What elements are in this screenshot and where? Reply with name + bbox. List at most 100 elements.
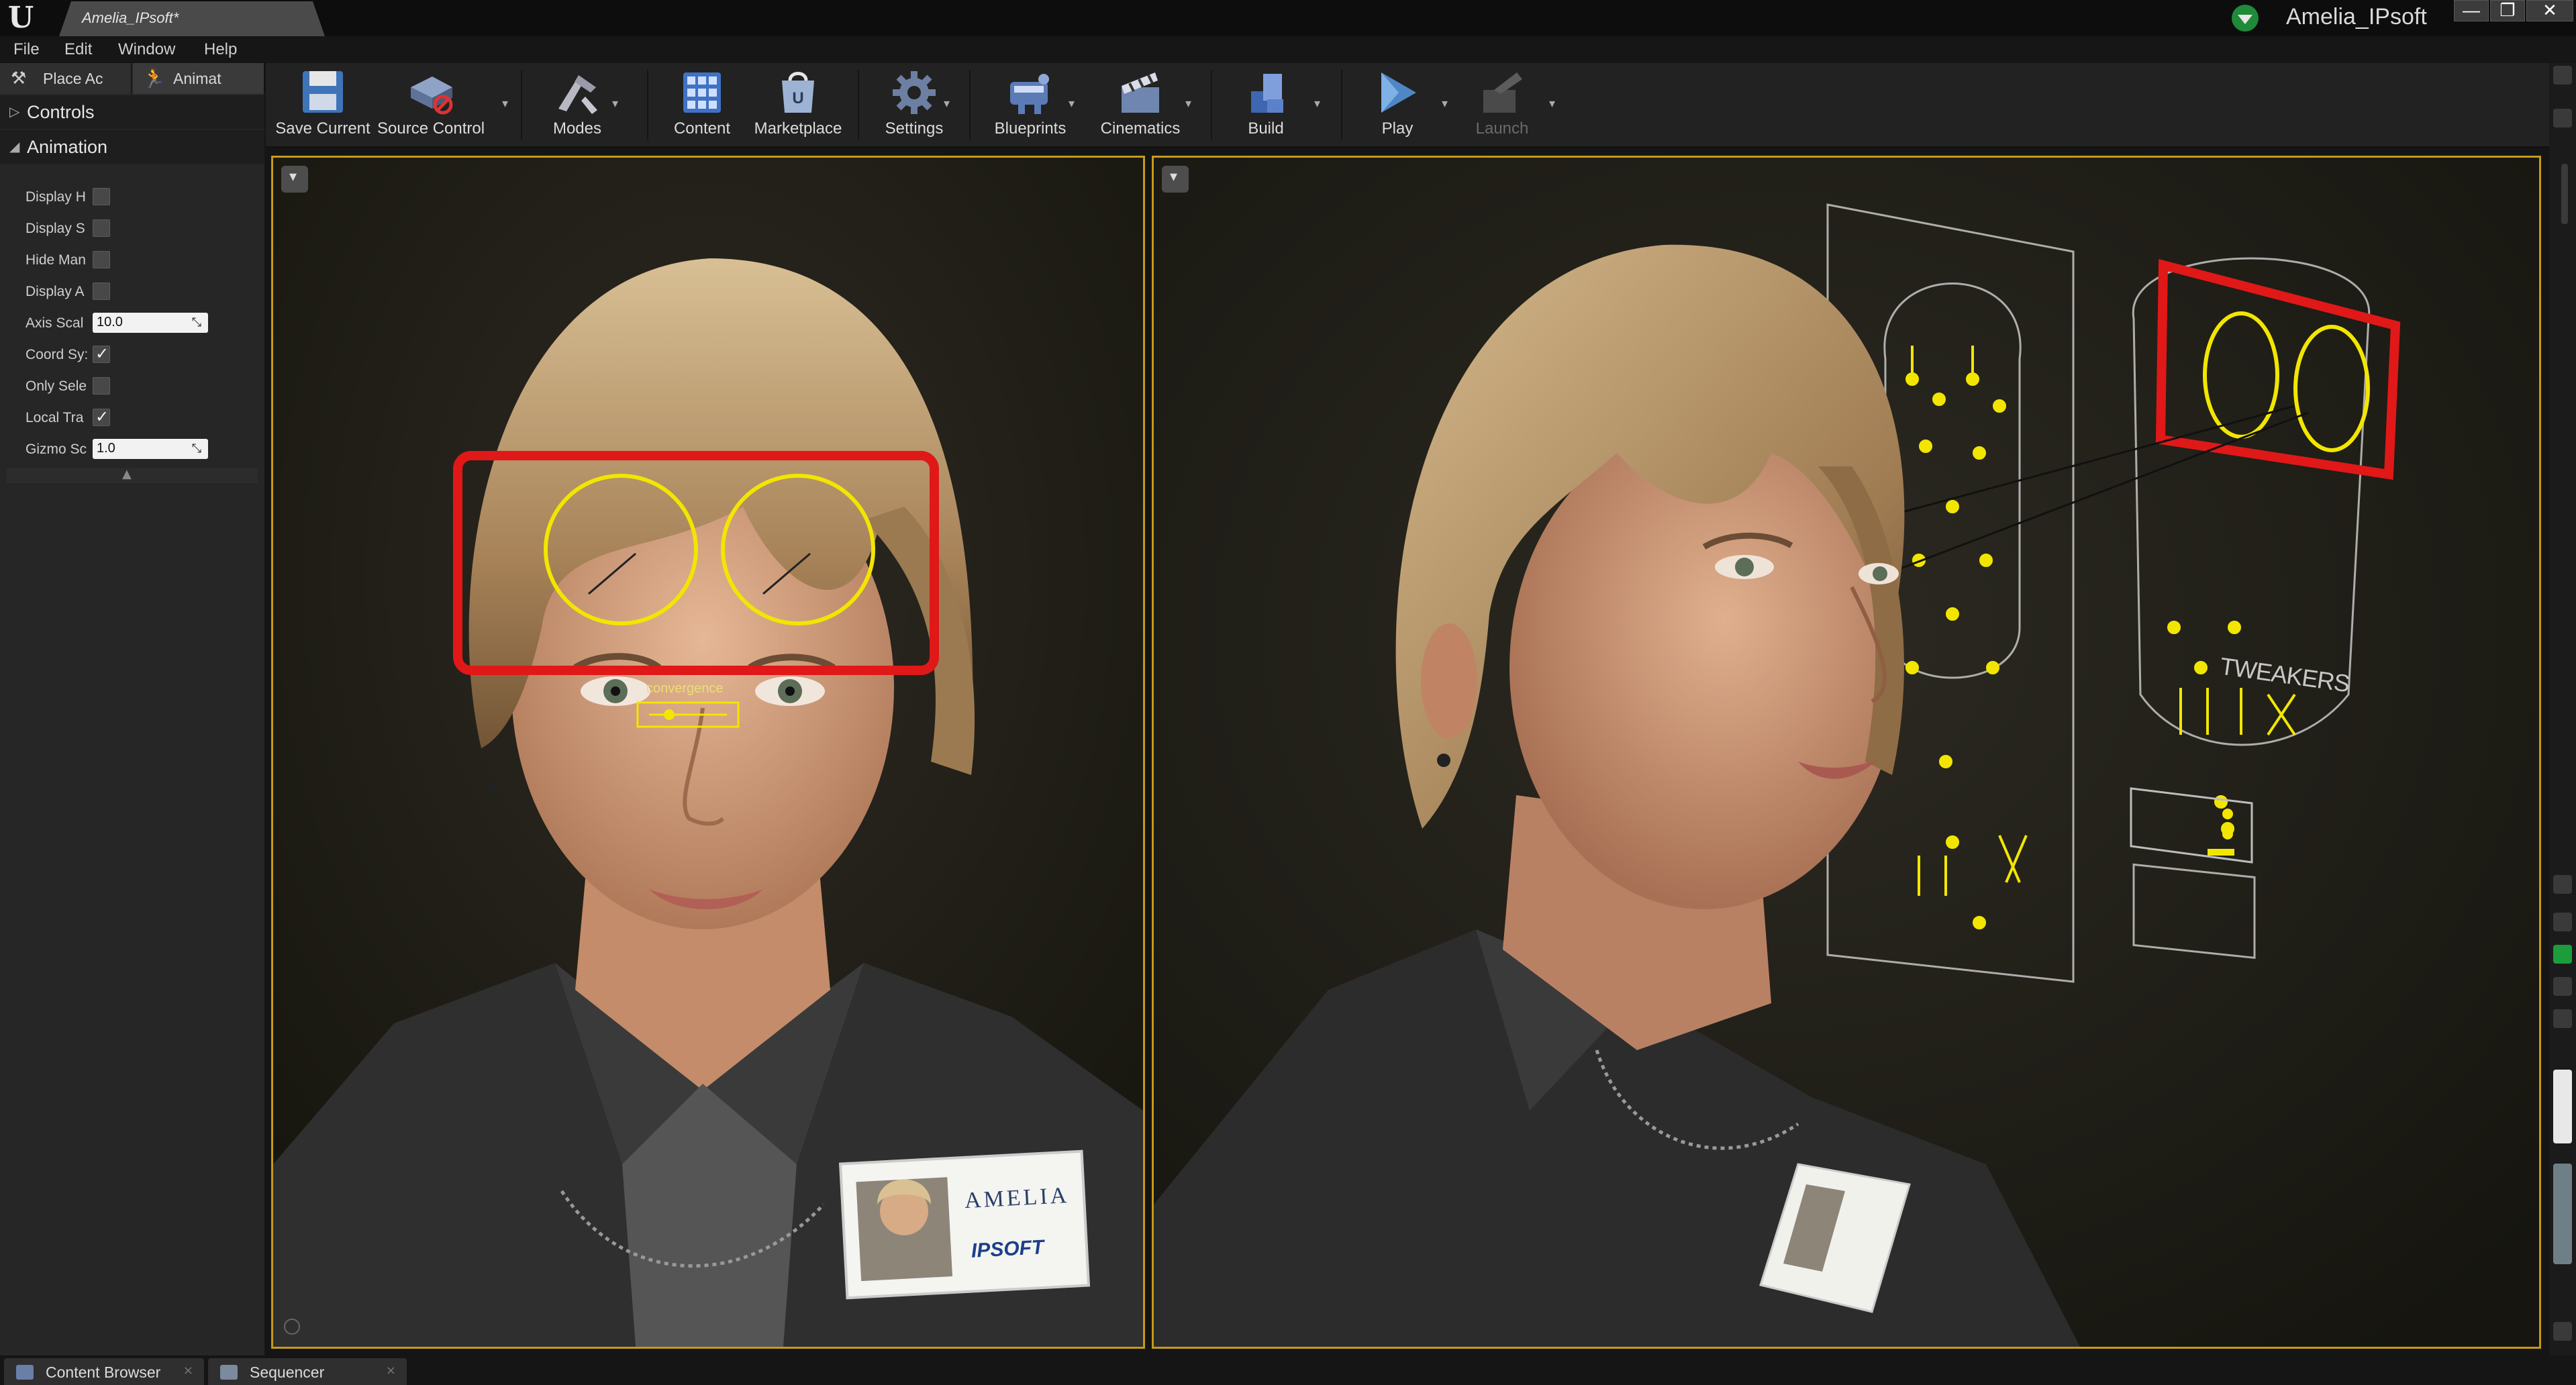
build-dropdown-icon[interactable]: ▾ <box>1314 97 1320 111</box>
restore-button[interactable]: ❐ <box>2490 0 2525 21</box>
display-skeleton-checkbox[interactable] <box>93 219 110 237</box>
tab-sequencer[interactable]: Sequencer × <box>208 1358 407 1385</box>
content-label: Content <box>673 119 731 138</box>
modes-button[interactable]: Modes <box>530 63 624 146</box>
source-control-button[interactable]: Source Control <box>377 63 485 146</box>
play-button[interactable]: Play <box>1350 63 1444 146</box>
blueprints-dropdown-icon[interactable]: ▾ <box>1069 97 1075 111</box>
section-controls[interactable]: ▷ Controls <box>0 95 264 129</box>
prop-label: Display A <box>26 284 85 299</box>
blueprints-button[interactable]: Blueprints <box>980 63 1081 146</box>
viewport-front[interactable]: convergence AMELIA IPSOFT <box>271 156 1145 1349</box>
convergence-label: convergence <box>646 681 724 696</box>
settings-label: Settings <box>885 119 944 138</box>
source-control-dropdown-icon[interactable]: ▾ <box>502 97 508 111</box>
tab-content-browser-label: Content Browser <box>46 1364 161 1381</box>
tab-animation-label: Animat <box>173 70 221 87</box>
tab-animation[interactable]: 🏃 Animat <box>133 63 264 94</box>
prop-label: Gizmo Sc <box>26 442 87 457</box>
cinematics-label: Cinematics <box>1100 119 1181 138</box>
source-control-icon <box>411 76 453 115</box>
prop-axis-scale: Axis Scal 10.0 ⤡ <box>0 307 264 338</box>
build-icon <box>1251 74 1283 113</box>
settings-dropdown-icon[interactable]: ▾ <box>944 97 950 111</box>
name-badge <box>838 1149 1091 1300</box>
local-transform-checkbox[interactable] <box>93 407 110 426</box>
minimize-button[interactable]: — <box>2454 0 2489 21</box>
browse-icon[interactable] <box>2553 977 2572 996</box>
add-icon[interactable] <box>2553 945 2572 964</box>
build-label: Build <box>1248 119 1284 138</box>
project-name: Amelia_IPsoft <box>2286 4 2427 30</box>
modes-dropdown-icon[interactable]: ▾ <box>612 97 618 111</box>
tab-place-actors-label: Place Ac <box>43 70 103 87</box>
advanced-collapse-bar[interactable]: ▲ <box>7 467 258 483</box>
modes-icon <box>558 75 597 114</box>
viewport-options-button[interactable] <box>1162 166 1189 193</box>
expand-right-icon[interactable] <box>2553 1322 2572 1341</box>
tab-place-actors[interactable]: ⚒ Place Ac <box>0 63 132 94</box>
menu-bar: File Edit Window Help <box>0 36 2576 63</box>
axis-scale-value: 10.0 <box>97 315 123 329</box>
close-tab-icon[interactable]: × <box>386 1364 396 1378</box>
prop-local-transform: Local Tra <box>0 402 264 433</box>
unreal-logo-icon[interactable]: U <box>4 1 38 35</box>
convergence-slider-handle[interactable] <box>664 709 675 720</box>
perspective-view-render <box>1154 158 2539 1347</box>
viewport-options-button[interactable] <box>281 166 308 193</box>
project-badge-icon <box>2232 5 2259 32</box>
close-window-button[interactable]: ✕ <box>2526 0 2573 21</box>
display-axes-checkbox[interactable] <box>93 283 110 300</box>
panel-scroll-up-icon[interactable] <box>2553 66 2572 85</box>
save-current-button[interactable]: Save Current <box>273 63 373 146</box>
find-icon[interactable] <box>2553 1009 2572 1028</box>
marketplace-button[interactable]: U Marketplace <box>748 63 848 146</box>
cinematics-button[interactable]: Cinematics <box>1090 63 1191 146</box>
only-selected-checkbox[interactable] <box>93 377 110 395</box>
cinematics-dropdown-icon[interactable]: ▾ <box>1185 97 1191 111</box>
section-animation-label: Animation <box>27 137 108 157</box>
gizmo-scale-input[interactable]: 1.0 ⤡ <box>93 439 208 459</box>
tab-sequencer-label: Sequencer <box>250 1364 325 1381</box>
viewport-help-icon[interactable] <box>284 1319 300 1335</box>
prop-only-selected: Only Sele <box>0 370 264 401</box>
tab-content-browser[interactable]: Content Browser × <box>4 1358 204 1385</box>
document-tab[interactable]: Amelia_IPsoft* <box>59 1 325 36</box>
menu-file[interactable]: File <box>13 40 40 59</box>
menu-edit[interactable]: Edit <box>64 40 92 59</box>
prop-label: Display H <box>26 189 86 205</box>
save-current-label: Save Current <box>275 119 370 138</box>
section-animation[interactable]: ◢ Animation <box>0 130 264 164</box>
content-button[interactable]: Content <box>655 63 749 146</box>
modes-label: Modes <box>552 119 602 138</box>
scrollbar-thumb[interactable] <box>2561 164 2568 224</box>
modes-panel: ⚒ Place Ac 🏃 Animat ▷ Controls ◢ Animati… <box>0 63 264 1355</box>
drag-arrows-icon: ⤡ <box>191 442 201 456</box>
title-bar: U Amelia_IPsoft* Amelia_IPsoft — ❐ ✕ <box>0 0 2576 36</box>
preview-thumbnail[interactable] <box>2553 1070 2572 1143</box>
prop-label: Coord Sy: <box>26 347 87 362</box>
prop-label: Axis Scal <box>26 315 84 331</box>
search-icon[interactable] <box>2553 109 2572 127</box>
info-icon[interactable] <box>2553 875 2572 894</box>
axis-scale-input[interactable]: 10.0 ⤡ <box>93 313 208 333</box>
home-icon[interactable] <box>2553 913 2572 931</box>
build-button[interactable]: Build <box>1219 63 1313 146</box>
close-tab-icon[interactable]: × <box>183 1364 193 1378</box>
viewport-perspective[interactable]: TWEAKERS <box>1152 156 2541 1349</box>
launch-button[interactable]: Launch <box>1455 63 1549 146</box>
play-dropdown-icon[interactable]: ▾ <box>1442 97 1448 111</box>
blueprints-icon <box>1010 74 1049 114</box>
coord-system-checkbox[interactable] <box>93 344 110 363</box>
prop-label: Only Sele <box>26 378 87 394</box>
cinematics-icon <box>1122 72 1159 113</box>
launch-dropdown-icon[interactable]: ▾ <box>1549 97 1555 111</box>
menu-help[interactable]: Help <box>204 40 237 59</box>
marketplace-icon: U <box>782 72 814 113</box>
animation-mode-icon: 🏃 <box>142 67 166 89</box>
hide-manipulators-checkbox[interactable] <box>93 251 110 268</box>
menu-window[interactable]: Window <box>118 40 175 59</box>
display-hierarchy-checkbox[interactable] <box>93 188 110 205</box>
preview-thumbnail-2[interactable] <box>2553 1164 2572 1264</box>
toolbar-separator <box>521 70 522 140</box>
